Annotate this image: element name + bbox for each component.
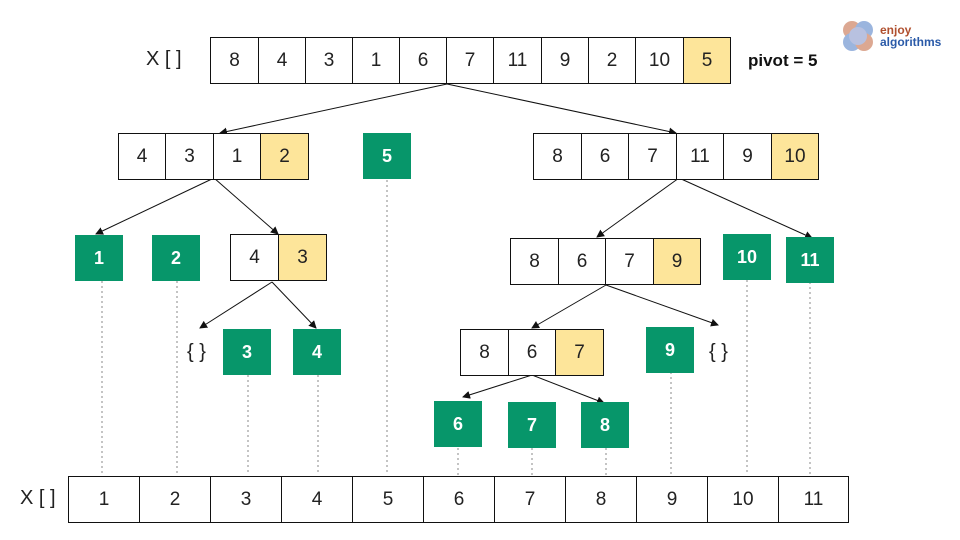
array-cell: 3 [211, 477, 282, 523]
pivot-cell: 2 [261, 134, 309, 180]
array-cell: 9 [637, 477, 708, 523]
input-array-label: X [ ] [146, 48, 182, 70]
array-cell: 7 [495, 477, 566, 523]
array-cell: 1 [214, 134, 261, 180]
array-cell: 7 [629, 134, 677, 180]
array-cell: 8 [511, 239, 559, 285]
array-cell: 4 [282, 477, 353, 523]
sorted-element: 5 [363, 133, 411, 179]
empty-subarray: { } [187, 341, 206, 363]
arrow [219, 83, 448, 136]
array-cell: 11 [779, 477, 849, 523]
array-cell: 3 [166, 134, 214, 180]
array-cell: 6 [509, 330, 556, 376]
array-cell: 2 [589, 38, 636, 84]
pivot-cell: 5 [684, 38, 731, 84]
arrow [605, 284, 719, 327]
array-cell: 7 [606, 239, 654, 285]
arrow [678, 177, 813, 239]
subarray-level2-mid: 4 3 [230, 234, 327, 281]
array-cell: 4 [231, 235, 279, 281]
array-cell: 9 [542, 38, 589, 84]
logo-text: enjoy algorithms [880, 24, 941, 48]
array-cell: 6 [424, 477, 495, 523]
array-cell: 11 [677, 134, 724, 180]
arrow [95, 177, 215, 235]
subarray-level3-mid: 8 6 7 [460, 329, 604, 376]
array-cell: 10 [636, 38, 684, 84]
pivot-cell: 3 [279, 235, 327, 281]
subarray-level2-right: 8 6 7 9 [510, 238, 701, 285]
output-array-label: X [ ] [20, 487, 56, 509]
arrow [462, 374, 533, 399]
pivot-label: pivot = 5 [748, 51, 818, 70]
sorted-element: 3 [223, 329, 271, 375]
sorted-element: 7 [508, 402, 556, 448]
sorted-element: 2 [152, 235, 200, 281]
arrow [199, 281, 273, 329]
sorted-element: 9 [646, 327, 694, 373]
subarray-right-level1: 8 6 7 11 9 10 [533, 133, 819, 180]
input-array: 8 4 3 1 6 7 11 9 2 10 5 [210, 37, 731, 84]
arrow [213, 177, 279, 235]
sorted-element: 10 [723, 234, 771, 280]
arrow [271, 281, 317, 329]
output-array: 1 2 3 4 5 6 7 8 9 10 11 [68, 476, 849, 523]
empty-subarray: { } [709, 341, 728, 363]
array-cell: 2 [140, 477, 211, 523]
pivot-cell: 7 [556, 330, 604, 376]
array-cell: 1 [353, 38, 400, 84]
array-cell: 8 [566, 477, 637, 523]
array-cell: 4 [259, 38, 306, 84]
arrow [531, 284, 607, 329]
arrow [446, 83, 677, 136]
pivot-cell: 9 [654, 239, 701, 285]
array-cell: 5 [353, 477, 424, 523]
array-cell: 8 [211, 38, 259, 84]
arrow [531, 374, 605, 405]
sorted-element: 11 [786, 237, 834, 283]
array-cell: 4 [119, 134, 166, 180]
array-cell: 9 [724, 134, 772, 180]
array-cell: 11 [494, 38, 542, 84]
array-cell: 3 [306, 38, 353, 84]
array-cell: 7 [447, 38, 494, 84]
array-cell: 6 [582, 134, 629, 180]
sorted-element: 4 [293, 329, 341, 375]
arrow [596, 177, 680, 238]
pivot-cell: 10 [772, 134, 819, 180]
sorted-element: 6 [434, 401, 482, 447]
sorted-element: 1 [75, 235, 123, 281]
sorted-element: 8 [581, 402, 629, 448]
array-cell: 6 [559, 239, 606, 285]
array-cell: 8 [461, 330, 509, 376]
array-cell: 1 [69, 477, 140, 523]
array-cell: 6 [400, 38, 447, 84]
logo-line2: algorithms [880, 35, 942, 49]
array-cell: 8 [534, 134, 582, 180]
logo: enjoy algorithms [840, 18, 941, 54]
array-cell: 10 [708, 477, 779, 523]
flower-logo-icon [843, 21, 873, 51]
subarray-left-level1: 4 3 1 2 [118, 133, 309, 180]
